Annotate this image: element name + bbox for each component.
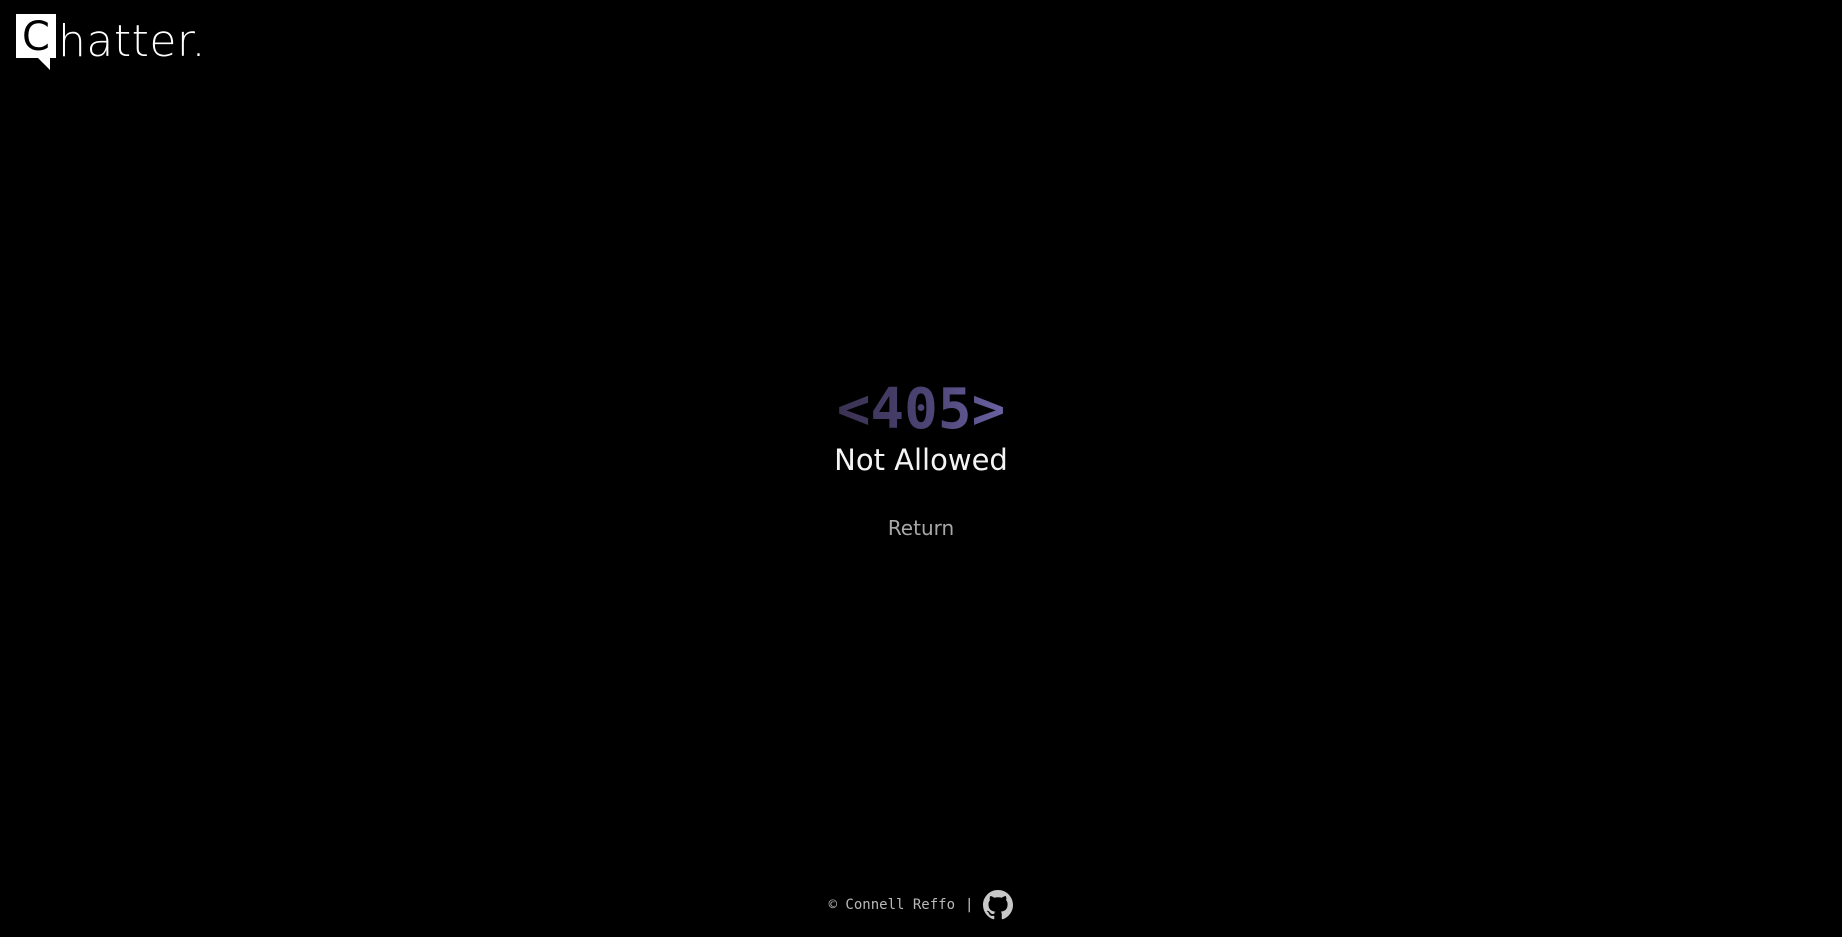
error-code: <405>	[836, 377, 1006, 442]
error-message: Not Allowed	[834, 443, 1008, 477]
chat-bubble-logo-icon: C	[16, 14, 56, 70]
copyright-text: © Connell Reffo	[828, 897, 955, 913]
logo-link[interactable]: C hatter.	[14, 12, 206, 72]
footer: © Connell Reffo |	[0, 890, 1842, 920]
logo-letter: C	[22, 14, 50, 60]
footer-separator: |	[965, 897, 974, 913]
brand-name: hatter.	[58, 16, 206, 67]
github-icon[interactable]	[983, 890, 1014, 920]
return-link[interactable]: Return	[888, 516, 954, 540]
error-panel: <405> Not Allowed Return	[0, 377, 1842, 541]
